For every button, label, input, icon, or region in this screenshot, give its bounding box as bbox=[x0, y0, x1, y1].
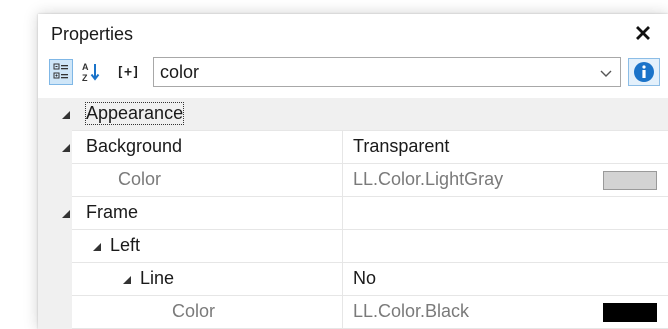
value-cell[interactable]: Transparent bbox=[342, 131, 668, 164]
name-cell: Appearance bbox=[62, 98, 342, 131]
chevron-down-icon[interactable] bbox=[598, 65, 614, 81]
property-value: LL.Color.Black bbox=[353, 301, 470, 321]
collapse-triangle-icon[interactable] bbox=[61, 110, 71, 120]
name-cell: Left bbox=[72, 230, 342, 263]
color-swatch[interactable] bbox=[603, 303, 657, 322]
value-cell[interactable]: LL.Color.LightGray bbox=[342, 164, 668, 197]
categorized-view-icon[interactable] bbox=[49, 59, 73, 85]
name-cell: Background bbox=[62, 131, 342, 164]
property-name: Appearance bbox=[84, 102, 185, 125]
collapse-triangle-icon[interactable] bbox=[61, 209, 71, 219]
properties-toolbar: A Z [+] bbox=[38, 56, 668, 90]
property-row-frame-left[interactable]: Left bbox=[38, 230, 668, 263]
name-cell: Frame bbox=[62, 197, 342, 230]
name-cell: Line bbox=[72, 263, 342, 296]
property-row-appearance[interactable]: Appearance bbox=[38, 98, 668, 131]
svg-text:Z: Z bbox=[82, 73, 88, 83]
property-row-background-color[interactable]: Color LL.Color.LightGray bbox=[38, 164, 668, 197]
value-cell bbox=[342, 98, 668, 131]
svg-text:A: A bbox=[82, 62, 89, 72]
row-gutter bbox=[38, 230, 72, 263]
property-row-line[interactable]: Line No bbox=[38, 263, 668, 296]
value-cell bbox=[342, 197, 668, 230]
property-name: Color bbox=[118, 169, 162, 189]
collapse-triangle-icon[interactable] bbox=[122, 275, 132, 285]
property-row-frame[interactable]: Frame bbox=[38, 197, 668, 230]
name-cell: Color bbox=[72, 164, 342, 197]
color-swatch[interactable] bbox=[603, 171, 657, 190]
property-name: Left bbox=[110, 235, 141, 255]
property-value: No bbox=[353, 268, 377, 288]
sort-alphabetical-icon[interactable]: A Z bbox=[79, 59, 103, 85]
value-cell bbox=[342, 230, 668, 263]
row-gutter bbox=[38, 164, 72, 197]
property-value: LL.Color.LightGray bbox=[353, 169, 504, 189]
property-row-background[interactable]: Background Transparent bbox=[38, 131, 668, 164]
panel-titlebar: Properties bbox=[38, 14, 668, 56]
collapse-triangle-icon[interactable] bbox=[92, 242, 102, 252]
property-row-line-color[interactable]: Color LL.Color.Black bbox=[38, 296, 668, 329]
panel-title: Properties bbox=[51, 24, 134, 44]
info-icon[interactable] bbox=[628, 58, 660, 86]
name-cell: Color bbox=[72, 296, 342, 329]
property-name: Frame bbox=[86, 202, 139, 222]
property-grid: Appearance Background Transparent Color … bbox=[38, 98, 668, 329]
row-gutter bbox=[38, 296, 72, 329]
value-cell[interactable]: LL.Color.Black bbox=[342, 296, 668, 329]
property-name: Background bbox=[86, 136, 183, 156]
collapse-triangle-icon[interactable] bbox=[61, 143, 71, 153]
properties-panel: Properties A Z [+] color Appearance Back… bbox=[38, 14, 668, 329]
property-name: Line bbox=[140, 268, 175, 288]
property-name: Color bbox=[172, 301, 216, 321]
property-value: Transparent bbox=[353, 136, 450, 156]
property-search-input[interactable] bbox=[160, 58, 580, 86]
value-cell[interactable]: No bbox=[342, 263, 668, 296]
property-search-box[interactable] bbox=[153, 57, 621, 87]
row-gutter bbox=[38, 263, 72, 296]
close-icon[interactable] bbox=[632, 22, 654, 44]
expand-all-button[interactable]: [+] bbox=[108, 59, 148, 85]
